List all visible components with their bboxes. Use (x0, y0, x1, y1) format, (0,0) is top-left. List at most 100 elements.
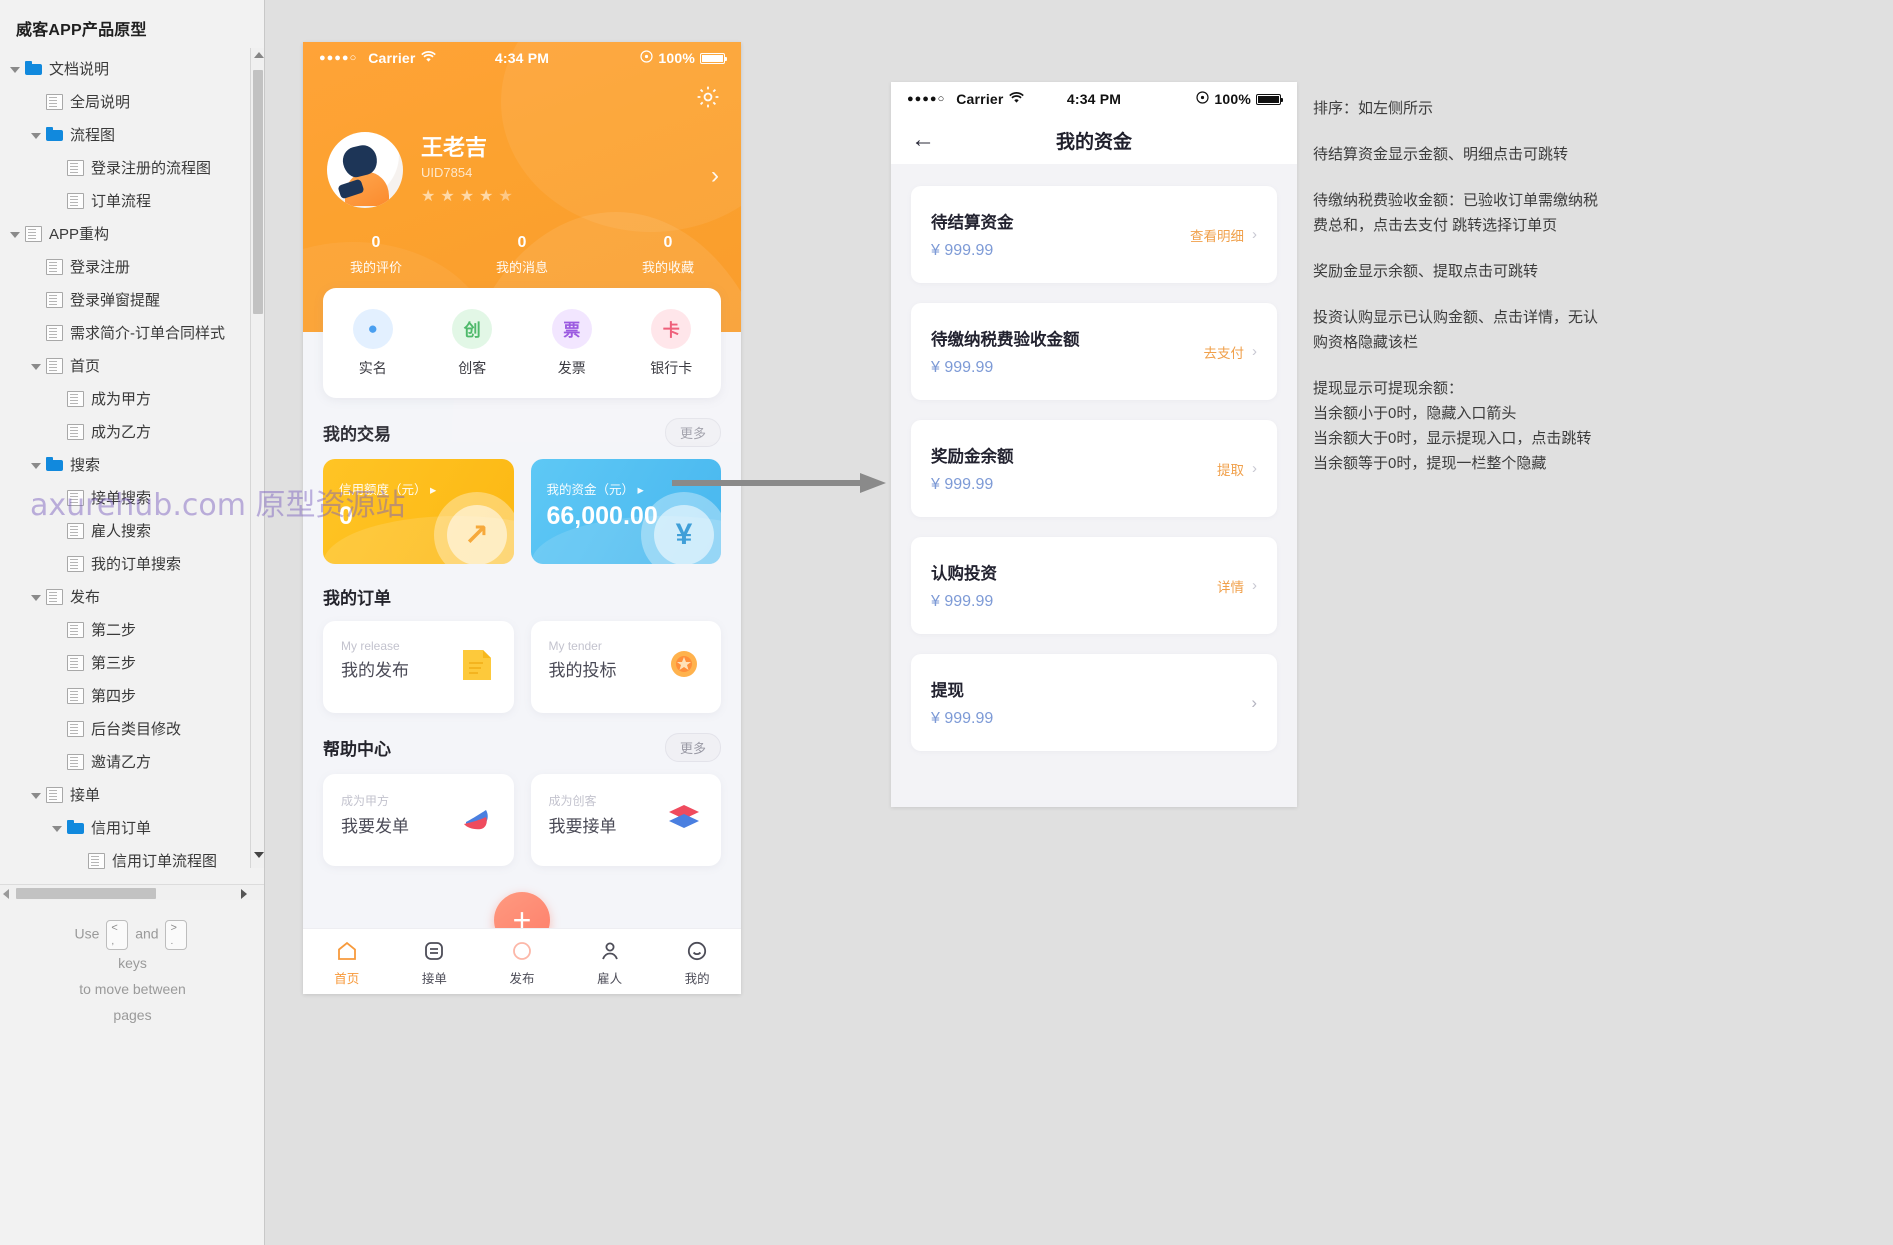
tree-item[interactable]: 登录注册的流程图 (0, 151, 264, 184)
tree-item[interactable]: 后台类目修改 (0, 712, 264, 745)
fund-item[interactable]: 待缴纳税费验收金额 ¥ 999.99 去支付 › (911, 303, 1277, 400)
page-icon (67, 522, 84, 539)
expand-arrow-icon[interactable] (29, 788, 43, 802)
tree-item[interactable]: 订单流程 (0, 184, 264, 217)
tab-接单[interactable]: 接单 (391, 929, 479, 994)
page-icon (46, 324, 63, 341)
fund-item[interactable]: 待结算资金 ¥ 999.99 查看明细 › (911, 186, 1277, 283)
expand-arrow-icon[interactable] (8, 227, 22, 241)
tab-雇人[interactable]: 雇人 (566, 929, 654, 994)
tree-item[interactable]: 流程图 (0, 118, 264, 151)
bottom-tab-bar[interactable]: 首页 接单 发布 雇人 我的 (303, 928, 741, 994)
list-icon (391, 939, 479, 965)
expand-arrow-icon[interactable] (29, 590, 43, 604)
fund-item-action[interactable]: › (1243, 693, 1257, 713)
tree-item[interactable]: 全局说明 (0, 85, 264, 118)
tab-首页[interactable]: 首页 (303, 929, 391, 994)
sidebar-vertical-scrollbar[interactable] (250, 48, 264, 868)
tree-item[interactable]: 第四步 (0, 679, 264, 712)
scroll-down-arrow-icon[interactable] (254, 852, 264, 858)
sidebar-horizontal-scrollbar[interactable] (0, 884, 264, 900)
profile-stat[interactable]: 0 我的收藏 (595, 234, 741, 276)
tree-item-label: 我的订单搜索 (91, 556, 182, 573)
tree-item-label: 信用订单 (91, 820, 152, 837)
tree-item[interactable]: 首页 (0, 349, 264, 382)
tree-item[interactable]: 信用订单 (0, 811, 264, 844)
carrier-label: Carrier (368, 50, 416, 66)
tree-item-label: 成为甲方 (91, 391, 152, 408)
fund-item-action[interactable]: 详情 › (1217, 576, 1257, 596)
status-bar: ●●●●○ Carrier 4:34 PM 100% (891, 82, 1297, 116)
avatar[interactable] (327, 132, 403, 208)
tree-item[interactable]: 发布 (0, 580, 264, 613)
tree-item[interactable]: 登录注册 (0, 250, 264, 283)
fund-item-action[interactable]: 去支付 › (1204, 342, 1258, 362)
expand-arrow-icon[interactable] (29, 458, 43, 472)
tree-item[interactable]: 需求简介-订单合同样式 (0, 316, 264, 349)
expand-arrow-icon[interactable] (29, 359, 43, 373)
quick-actions[interactable]: ● 实名创创客票发票卡银行卡 (323, 288, 721, 398)
page-icon (67, 687, 84, 704)
scroll-left-arrow-icon[interactable] (3, 889, 9, 899)
chevron-right-icon[interactable]: › (711, 162, 719, 190)
fund-item-action[interactable]: 查看明细 › (1190, 225, 1257, 245)
tree-item[interactable]: 成为乙方 (0, 415, 264, 448)
help-card-party-a[interactable]: 成为甲方 我要发单 (323, 774, 514, 866)
wifi-icon (420, 50, 436, 66)
tree-item[interactable]: 搜索 (0, 448, 264, 481)
tree-item[interactable]: 信用订单流程图 (0, 844, 264, 877)
carrier-label: Carrier (956, 91, 1004, 107)
trade-card[interactable]: 信用额度（元） ▸ 0 ↗ (323, 459, 514, 564)
page-tree[interactable]: 文档说明 全局说明 流程图 登录注册的流程图 订单流程 APP重构 登录注册 登录弹窗提醒 需求… (0, 50, 264, 877)
order-card-tender[interactable]: My tender 我的投标 (530, 621, 721, 713)
tree-item[interactable]: 成为甲方 (0, 382, 264, 415)
tab-发布[interactable]: 发布 (478, 929, 566, 994)
expand-arrow-icon[interactable] (29, 128, 43, 142)
chevron-right-icon: › (1251, 692, 1257, 712)
tree-item-label: 接单 (70, 787, 101, 804)
quick-action[interactable]: 卡银行卡 (622, 308, 722, 378)
profile-stat[interactable]: 0 我的评价 (303, 234, 449, 276)
quick-action[interactable]: 创创客 (423, 308, 523, 378)
order-card-release[interactable]: My release 我的发布 (323, 621, 514, 713)
tree-item[interactable]: APP重构 (0, 217, 264, 250)
help-cards[interactable]: 成为甲方 我要发单 成为创客 我要接单 (303, 774, 741, 866)
order-cards[interactable]: My release 我的发布 My tender 我的投标 (303, 621, 741, 713)
tree-item[interactable]: 第三步 (0, 646, 264, 679)
tree-item[interactable]: 第二步 (0, 613, 264, 646)
expand-arrow-icon[interactable] (8, 62, 22, 76)
fund-item[interactable]: 奖励金余额 ¥ 999.99 提取 › (911, 420, 1277, 517)
tree-item[interactable]: 邀请乙方 (0, 745, 264, 778)
quick-action[interactable]: 票发票 (522, 308, 622, 378)
orders-heading: 我的订单 (323, 589, 391, 608)
help-card-maker[interactable]: 成为创客 我要接单 (530, 774, 721, 866)
nav-bar: ← 我的资金 (891, 116, 1297, 164)
signal-dots-icon: ●●●●○ (907, 93, 946, 105)
profile-stat[interactable]: 0 我的消息 (449, 234, 595, 276)
fund-item[interactable]: 提现 ¥ 999.99 › (911, 654, 1277, 751)
expand-arrow-icon[interactable] (50, 821, 64, 835)
tree-item[interactable]: 接单 (0, 778, 264, 811)
tree-item[interactable]: 接单搜索 (0, 481, 264, 514)
page-icon (46, 588, 63, 605)
scroll-thumb[interactable] (253, 70, 263, 314)
tab-我的[interactable]: 我的 (653, 929, 741, 994)
funds-list[interactable]: 待结算资金 ¥ 999.99 查看明细 › 待缴纳税费验收金额 ¥ 999.99 去支付 › 奖… (891, 164, 1297, 807)
tree-item[interactable]: 雇人搜索 (0, 514, 264, 547)
fund-item-action[interactable]: 提取 › (1217, 459, 1257, 479)
tree-item-label: 第三步 (91, 655, 137, 672)
page-icon (67, 555, 84, 572)
tree-item[interactable]: 文档说明 (0, 52, 264, 85)
prev-page-key: <, (106, 920, 129, 950)
quick-action[interactable]: ● 实名 (323, 308, 423, 378)
back-arrow-icon[interactable]: ← (911, 128, 935, 152)
scroll-up-arrow-icon[interactable] (254, 52, 264, 58)
scroll-right-arrow-icon[interactable] (241, 889, 247, 899)
fund-item[interactable]: 认购投资 ¥ 999.99 详情 › (911, 537, 1277, 634)
help-more-button[interactable]: 更多 (664, 733, 721, 762)
scroll-thumb-horizontal[interactable] (16, 888, 156, 899)
tree-item[interactable]: 我的订单搜索 (0, 547, 264, 580)
profile-block[interactable]: 王老吉 UID7854 ★★★★★ (303, 74, 741, 208)
tree-item[interactable]: 登录弹窗提醒 (0, 283, 264, 316)
